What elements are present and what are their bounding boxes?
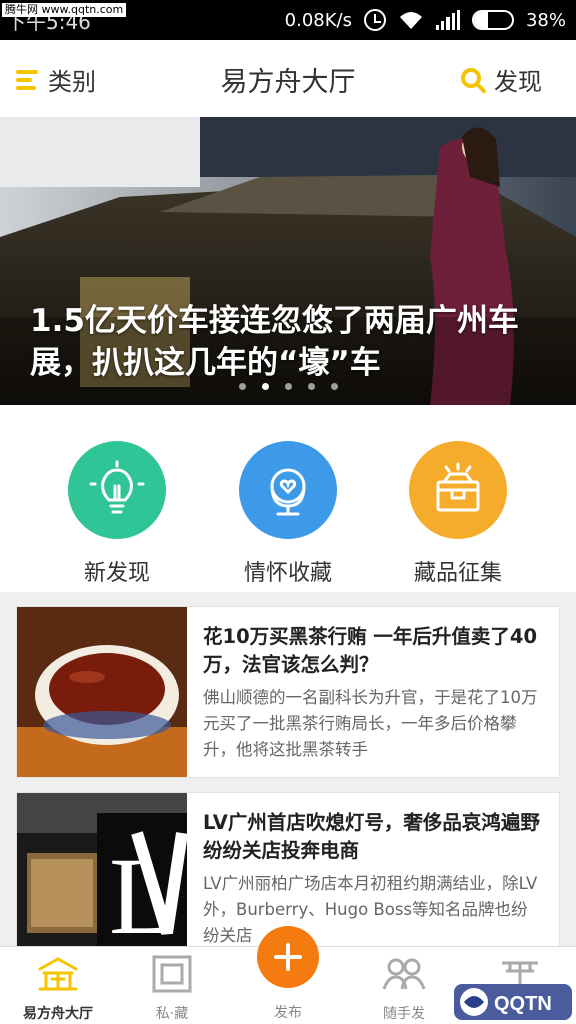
banner-carousel[interactable]: 1.5亿天价车接连忽悠了两届广州车展，扒扒这几年的“壕”车 [0, 117, 576, 405]
net-speed: 0.08K/s [284, 9, 352, 31]
carousel-dot-active[interactable] [261, 383, 269, 390]
tab-private-collection[interactable]: 私·藏 [122, 955, 222, 1023]
wifi-icon [399, 12, 422, 29]
banner-caption: 1.5亿天价车接连忽悠了两届广州车展，扒扒这几年的“壕”车 [30, 303, 519, 381]
status-icons: 0.08K/s 38% [285, 0, 566, 40]
watermark: 腾牛网 www.qqtn.com [2, 3, 127, 17]
article-description: 佛山顺德的一名副科长为升官，于是花了10万元买了一批黑茶行贿局长，一年多后价格攀… [203, 688, 538, 759]
category-grid: 新发现 情怀收藏 藏品征集 [0, 405, 576, 592]
people-icon [382, 958, 426, 990]
carousel-dot[interactable] [307, 383, 315, 390]
status-bar: 下午5:46 腾牛网 www.qqtn.com 0.08K/s 38% [0, 0, 576, 40]
category-label: 情怀收藏 [243, 561, 332, 586]
lv-store-image: L [17, 793, 187, 963]
category-label: 藏品征集 [413, 561, 502, 586]
svg-text:QQTN: QQTN [494, 993, 552, 1015]
lightbulb-icon [68, 441, 166, 539]
tab-label: 私·藏 [155, 1006, 189, 1022]
search-icon [461, 67, 486, 93]
category-label: 新发现 [83, 561, 150, 586]
category-new-discovery[interactable]: 新发现 [47, 441, 187, 587]
plus-icon [274, 943, 302, 971]
signal-icon [435, 10, 460, 30]
app-header: 类别 易方舟大厅 发现 [0, 40, 576, 117]
article-title: 花10万买黑茶行贿 一年后升值卖了40万，法官该怎么判？ [203, 625, 538, 676]
article-description: LV广州丽柏广场店本月初租约期满结业，除LV外，Burberry、Hugo Bo… [203, 874, 538, 945]
tea-cup-image [17, 607, 187, 777]
category-sentiment-collection[interactable]: 情怀收藏 [218, 441, 358, 587]
tab-label: 随手发 [383, 1006, 425, 1022]
article-title: LV广州首店吹熄灯号，奢侈品哀鸿遍野纷纷关店投奔电商 [203, 811, 540, 862]
category-item-collecting[interactable]: 藏品征集 [388, 441, 528, 587]
battery-icon [471, 10, 514, 30]
publish-label: 发布 [274, 1005, 302, 1021]
battery-percent: 38% [525, 9, 566, 31]
carousel-dot[interactable] [330, 383, 338, 390]
discover-button[interactable]: 发现 [460, 62, 542, 97]
carousel-dot[interactable] [284, 383, 292, 390]
qqtn-logo: QQTN [454, 984, 572, 1020]
tab-ark-hall[interactable]: 易方舟大厅 [8, 955, 108, 1023]
carousel-dots [0, 383, 576, 390]
ark-hall-icon [38, 957, 78, 991]
carousel-dot[interactable] [238, 383, 246, 390]
tab-casual-post[interactable]: 随手发 [354, 955, 454, 1023]
discover-label: 发现 [494, 68, 542, 96]
globe-heart-icon [239, 441, 337, 539]
alarm-icon [363, 9, 386, 31]
article-card[interactable]: 花10万买黑茶行贿 一年后升值卖了40万，法官该怎么判？ 佛山顺德的一名副科长为… [16, 606, 560, 778]
publish-button[interactable] [257, 926, 319, 988]
tab-label: 易方舟大厅 [23, 1006, 93, 1022]
treasure-box-icon [409, 441, 507, 539]
private-collection-icon [152, 955, 192, 993]
